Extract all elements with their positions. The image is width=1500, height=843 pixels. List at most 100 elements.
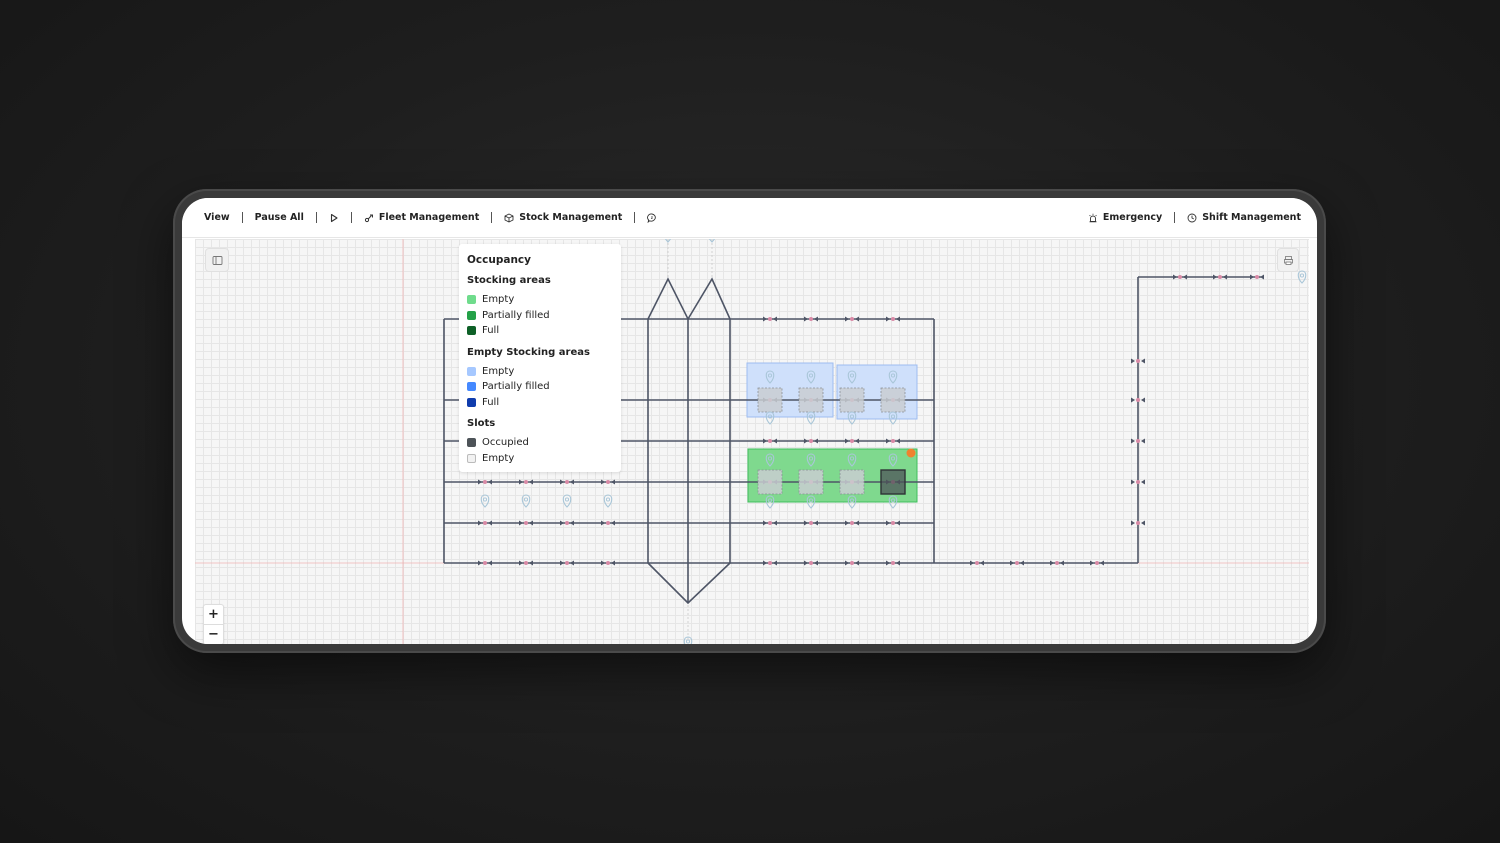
zoom-control: + − [203,604,224,644]
legend-item: Empty [467,292,613,308]
path-node[interactable] [483,480,487,484]
slot-occupied[interactable] [880,469,906,495]
path-node[interactable] [1136,398,1140,402]
path-node[interactable] [524,561,528,565]
legend-label: Full [482,325,500,337]
path-node[interactable] [850,439,854,443]
path-node[interactable] [565,561,569,565]
zoom-in-button[interactable]: + [204,605,223,624]
legend-swatch [467,326,476,336]
legend-swatch [467,397,476,407]
path-node[interactable] [975,561,979,565]
slot-empty[interactable] [839,469,865,495]
zoom-out-button[interactable]: − [204,624,223,644]
app-screen: View Pause All Fleet Management Stock Ma… [182,198,1317,644]
path-node[interactable] [850,561,854,565]
path-node[interactable] [1136,480,1140,484]
path-node[interactable] [768,317,772,321]
box-icon [504,213,514,222]
path-node[interactable] [524,521,528,525]
path-node[interactable] [768,561,772,565]
path-node[interactable] [1055,561,1059,565]
path-node[interactable] [1136,439,1140,443]
legend-label: Empty [482,365,515,377]
path-node[interactable] [850,317,854,321]
legend-swatch [467,366,476,376]
path-node[interactable] [891,561,895,565]
location-marker-dot [564,497,570,502]
legend-item: Occupied [467,435,613,451]
slot-empty[interactable] [757,469,783,495]
location-marker-dot [1299,273,1305,278]
view-menu[interactable]: View [204,212,230,223]
toolbar-divider [350,212,352,223]
chat-bubble-icon [647,213,657,223]
view-label: View [204,212,230,223]
alert-badge[interactable] [906,448,916,458]
warehouse-map[interactable] [195,239,1309,644]
legend-swatch [467,295,476,305]
location-marker-dot [685,639,691,644]
sidebar-icon [212,255,222,265]
path-node[interactable] [1095,561,1099,565]
path-node[interactable] [1255,275,1259,279]
path-node[interactable] [1015,561,1019,565]
emergency-label: Emergency [1102,212,1163,223]
path-node[interactable] [606,521,610,525]
path-node[interactable] [768,521,772,525]
robot-icon [364,214,373,222]
shift-management-button[interactable]: Shift Management [1187,212,1301,223]
slot-empty[interactable] [798,469,824,495]
path-node[interactable] [850,521,854,525]
path-node[interactable] [809,439,813,443]
path-node[interactable] [809,561,813,565]
path-node[interactable] [606,480,610,484]
fleet-management-button[interactable]: Fleet Management [364,212,479,223]
path-node[interactable] [565,521,569,525]
toolbar-divider [241,212,243,223]
stock-management-label: Stock Management [519,212,623,223]
path-node[interactable] [1218,275,1222,279]
path-node[interactable] [809,521,813,525]
slot-empty[interactable] [798,387,824,413]
path-node[interactable] [524,480,528,484]
slot-empty[interactable] [839,387,865,413]
path-node[interactable] [1136,521,1140,525]
legend-title: Occupancy [467,254,531,266]
slot-empty[interactable] [757,387,783,413]
map-layer-button[interactable] [1277,248,1299,272]
map-canvas[interactable]: Occupancy Stocking areas Empty Partially… [195,239,1309,644]
emergency-button[interactable]: Emergency [1088,212,1162,223]
chat-button[interactable] [647,213,657,223]
legend-label: Empty [482,294,515,306]
legend-swatch [467,310,476,320]
pause-all-button[interactable]: Pause All [255,212,304,223]
path-node[interactable] [809,317,813,321]
sidebar-toggle-button[interactable] [205,248,229,272]
toolbar-divider [315,212,317,223]
legend-label: Empty [482,452,515,464]
location-marker-dot [523,497,529,502]
play-button[interactable] [329,213,339,223]
legend-label: Occupied [482,437,529,449]
path-node[interactable] [483,521,487,525]
path-node[interactable] [891,521,895,525]
path-node[interactable] [891,317,895,321]
path-node[interactable] [1178,275,1182,279]
pause-all-label: Pause All [254,212,304,223]
toolbar-divider [491,212,493,223]
path-node[interactable] [565,480,569,484]
location-marker-dot [605,497,611,502]
play-icon [330,213,338,222]
path-node[interactable] [606,561,610,565]
path-node[interactable] [891,439,895,443]
path-node[interactable] [768,439,772,443]
legend-swatch [467,438,476,448]
legend-section-slots: Slots [467,418,496,429]
path-node[interactable] [483,561,487,565]
legend-label: Partially filled [482,381,550,393]
path-node[interactable] [1136,359,1140,363]
stock-management-button[interactable]: Stock Management [504,212,622,223]
device-frame: View Pause All Fleet Management Stock Ma… [173,189,1326,653]
slot-empty[interactable] [880,387,906,413]
